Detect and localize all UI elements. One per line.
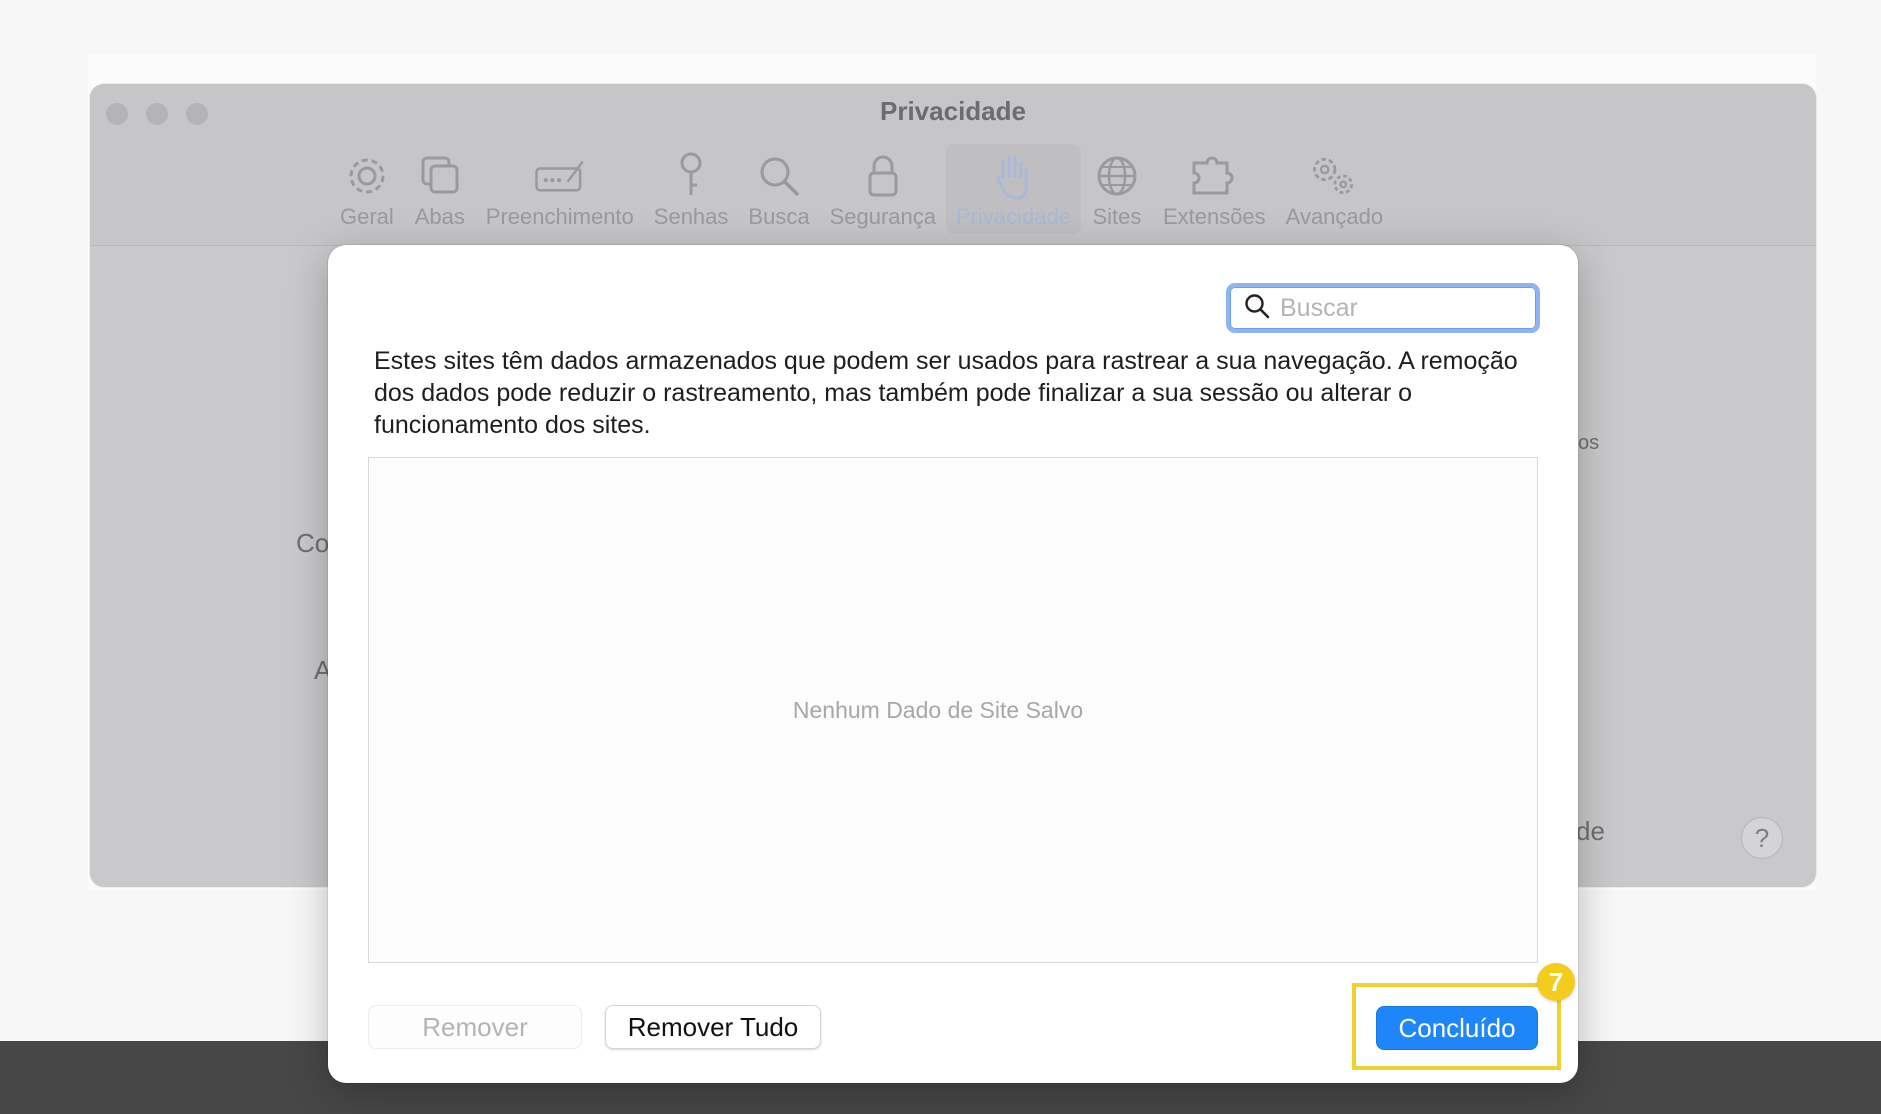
empty-list-message: Nenhum Dado de Site Salvo [792, 696, 1084, 723]
tab-label: Preenchimento [485, 204, 634, 229]
tab-avancado[interactable]: Avançado [1276, 144, 1393, 234]
help-button[interactable]: ? [1741, 817, 1783, 859]
search-icon [753, 150, 805, 202]
website-data-sheet: Estes sites têm dados armazenados que po… [328, 245, 1578, 1083]
tab-label: Avançado [1285, 204, 1384, 229]
key-icon [665, 150, 717, 202]
tab-abas[interactable]: Abas [404, 144, 476, 234]
tab-sites[interactable]: Sites [1081, 144, 1153, 234]
tab-senhas[interactable]: Senhas [644, 144, 739, 234]
background-label: de [1576, 816, 1605, 846]
search-field[interactable] [1226, 283, 1540, 333]
tab-busca[interactable]: Busca [738, 144, 819, 234]
gears-icon [1308, 150, 1360, 202]
autofill-icon [534, 150, 586, 202]
tab-label: Privacidade [955, 204, 1071, 229]
search-icon [1244, 293, 1270, 324]
website-data-list[interactable]: Nenhum Dado de Site Salvo [368, 457, 1538, 963]
tab-label: Busca [748, 204, 810, 229]
tabs-icon [414, 150, 466, 202]
tab-geral[interactable]: Geral [330, 144, 404, 234]
tab-extensoes[interactable]: Extensões [1153, 144, 1276, 234]
tab-label: Segurança [829, 204, 936, 229]
step-number-badge: 7 [1537, 963, 1575, 1001]
remove-button[interactable]: Remover [368, 1005, 582, 1049]
tab-label: Abas [414, 204, 465, 229]
hand-icon [987, 150, 1039, 202]
remove-all-button[interactable]: Remover Tudo [605, 1005, 821, 1049]
tab-label: Geral [340, 204, 394, 229]
globe-icon [1091, 150, 1143, 202]
tab-seguranca[interactable]: Segurança [820, 144, 946, 234]
gear-icon [341, 150, 393, 202]
background-label: Co [296, 528, 330, 558]
preferences-toolbar: Geral Abas Preenchimento Senhas Busca Se… [330, 144, 1393, 234]
tab-preenchimento[interactable]: Preenchimento [476, 144, 644, 234]
puzzle-icon [1188, 150, 1240, 202]
sheet-description: Estes sites têm dados armazenados que po… [374, 347, 1518, 439]
tab-privacidade[interactable]: Privacidade [945, 144, 1081, 234]
tab-label: Senhas [653, 204, 729, 229]
titlebar: Privacidade Geral Abas Preenchimento Sen… [90, 84, 1816, 246]
window-title: Privacidade [880, 96, 1026, 126]
background-label: os [1578, 432, 1600, 454]
step-highlight-box [1352, 983, 1561, 1070]
lock-icon [857, 150, 909, 202]
search-input[interactable] [1280, 293, 1510, 323]
tab-label: Sites [1092, 204, 1142, 229]
tab-label: Extensões [1162, 204, 1266, 229]
